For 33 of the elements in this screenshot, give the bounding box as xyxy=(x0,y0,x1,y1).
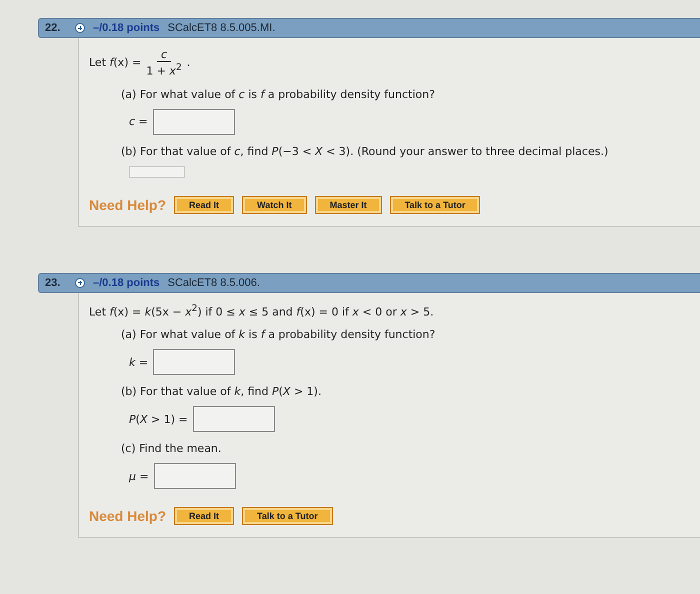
question-number: 23. xyxy=(45,276,62,289)
need-help-label: Need Help? xyxy=(89,508,166,524)
fraction: c 1 + x$^{2}$ xyxy=(146,48,182,78)
field-label: P(X > 1) = xyxy=(129,412,188,426)
points-text: –/0.18 points xyxy=(93,22,160,34)
field-label: c = xyxy=(129,115,148,128)
answer-box[interactable] xyxy=(154,463,236,490)
plus-icon[interactable] xyxy=(75,23,85,33)
help-button[interactable]: Read It xyxy=(174,196,234,214)
help-button[interactable]: Talk to a Tutor xyxy=(242,507,333,526)
need-help-label: Need Help? xyxy=(89,196,166,213)
formula-text: Let f(x) = xyxy=(89,56,142,70)
plus-icon[interactable] xyxy=(75,278,85,288)
part-prompt: (c) Find the mean. xyxy=(121,442,222,456)
points-text: –/0.18 points xyxy=(93,276,160,289)
answer-box[interactable] xyxy=(192,406,275,432)
part-prompt: (a) For what value of c is f a probability density function? xyxy=(121,88,436,101)
help-button[interactable]: Talk to a Tutor xyxy=(390,196,480,214)
question-code: SCalcET8 8.5.005.MI. xyxy=(168,22,276,34)
problem-statement: Let f(x) = k(5x − x$^{2}$) if 0 ≤ x ≤ 5 and f(x) = 0 if x < 0 or x > 5. xyxy=(89,302,434,318)
part-prompt: (b) For that value of c, find P(−3 < X < 3). (Round your answer to three decimal places.) xyxy=(121,144,610,158)
field-label: k = xyxy=(129,356,148,369)
part-prompt: (a) For what value of k is f a probability density function? xyxy=(121,328,436,342)
part-prompt: (b) For that value of k, find P(X > 1). xyxy=(121,385,322,398)
help-button[interactable]: Watch It xyxy=(242,196,307,214)
answer-box[interactable] xyxy=(153,349,236,376)
help-button[interactable]: Read It xyxy=(174,507,234,526)
question-number: 22. xyxy=(45,22,62,34)
question-code: SCalcET8 8.5.006. xyxy=(168,276,260,289)
answer-box[interactable] xyxy=(152,108,235,135)
period: . xyxy=(186,56,190,70)
field-label: μ = xyxy=(129,470,149,483)
help-button[interactable]: Master It xyxy=(314,196,382,214)
